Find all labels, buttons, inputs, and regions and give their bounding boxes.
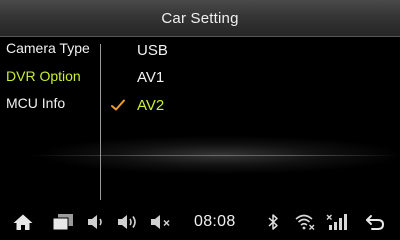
status-bar: 08:08 <box>0 204 400 240</box>
wifi-off-icon <box>294 213 316 231</box>
option-label: AV2 <box>137 97 165 114</box>
home-icon[interactable] <box>12 213 34 231</box>
checkmark-icon <box>110 98 126 112</box>
page-title: Car Setting <box>161 9 239 27</box>
menu-item-mcu-info[interactable]: MCU Info <box>6 95 65 111</box>
dvr-option-list: USB AV1 AV2 <box>101 36 400 176</box>
option-label: AV1 <box>137 69 165 86</box>
settings-menu: Camera Type DVR Option MCU Info <box>0 36 100 200</box>
option-av1[interactable]: AV1 <box>101 65 400 91</box>
title-bar: Car Setting <box>0 0 400 37</box>
back-icon[interactable] <box>364 213 386 231</box>
volume-mute-icon[interactable] <box>150 213 172 231</box>
menu-item-dvr-option[interactable]: DVR Option <box>6 68 81 84</box>
option-label: USB <box>137 42 168 59</box>
bluetooth-icon <box>262 213 284 231</box>
option-usb[interactable]: USB <box>101 38 400 64</box>
menu-item-camera-type[interactable]: Camera Type <box>6 40 90 56</box>
car-setting-screen: Car Setting Camera Type DVR Option MCU I… <box>0 0 400 240</box>
recent-apps-icon[interactable] <box>52 213 74 231</box>
volume-down-icon[interactable] <box>86 213 108 231</box>
volume-up-icon[interactable] <box>117 213 139 231</box>
clock: 08:08 <box>194 213 236 230</box>
signal-off-icon <box>326 213 348 231</box>
option-av2[interactable]: AV2 <box>101 93 400 119</box>
